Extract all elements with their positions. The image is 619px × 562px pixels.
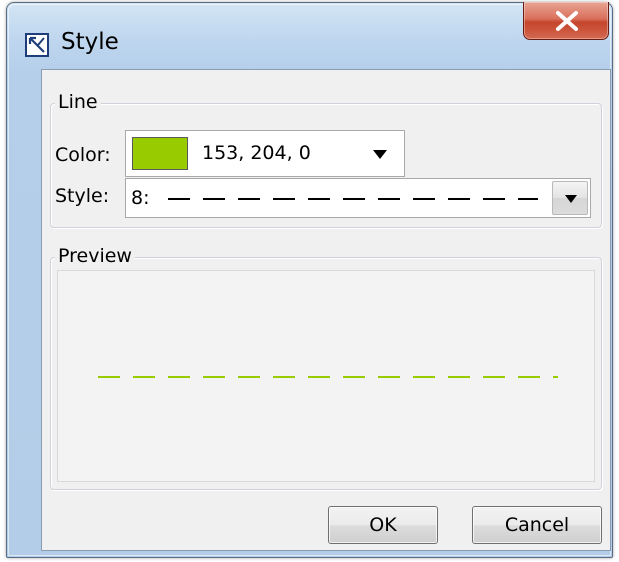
line-style-selected: 8: <box>131 187 150 209</box>
ok-button[interactable]: OK <box>328 506 438 544</box>
preview-canvas <box>57 270 595 482</box>
style-label: Style: <box>55 185 110 207</box>
preview-group-legend: Preview <box>55 245 135 267</box>
color-swatch <box>132 137 188 170</box>
close-button[interactable] <box>523 2 609 40</box>
cancel-button[interactable]: Cancel <box>472 506 602 544</box>
line-style-dash-sample <box>168 198 538 200</box>
line-group-legend: Line <box>55 91 101 113</box>
preview-dashed-line <box>98 376 558 378</box>
line-style-dropdown[interactable]: 8: <box>125 178 591 218</box>
line-style-dropdown-button[interactable] <box>552 181 588 215</box>
color-label: Color: <box>55 144 111 166</box>
diagram-style-icon <box>25 33 49 57</box>
color-picker-dropdown[interactable]: 153, 204, 0 <box>125 130 405 177</box>
dropdown-arrow-icon <box>565 195 577 203</box>
dialog-title: Style <box>61 29 119 55</box>
dialog-body: Line Color: 153, 204, 0 Style: 8: Previe… <box>41 69 611 551</box>
color-value: 153, 204, 0 <box>202 142 311 164</box>
style-dialog: Style Line Color: 153, 204, 0 Style: 8: <box>6 2 613 558</box>
close-icon <box>556 11 578 31</box>
title-bar[interactable]: Style <box>7 2 612 69</box>
dropdown-arrow-icon <box>373 150 387 159</box>
